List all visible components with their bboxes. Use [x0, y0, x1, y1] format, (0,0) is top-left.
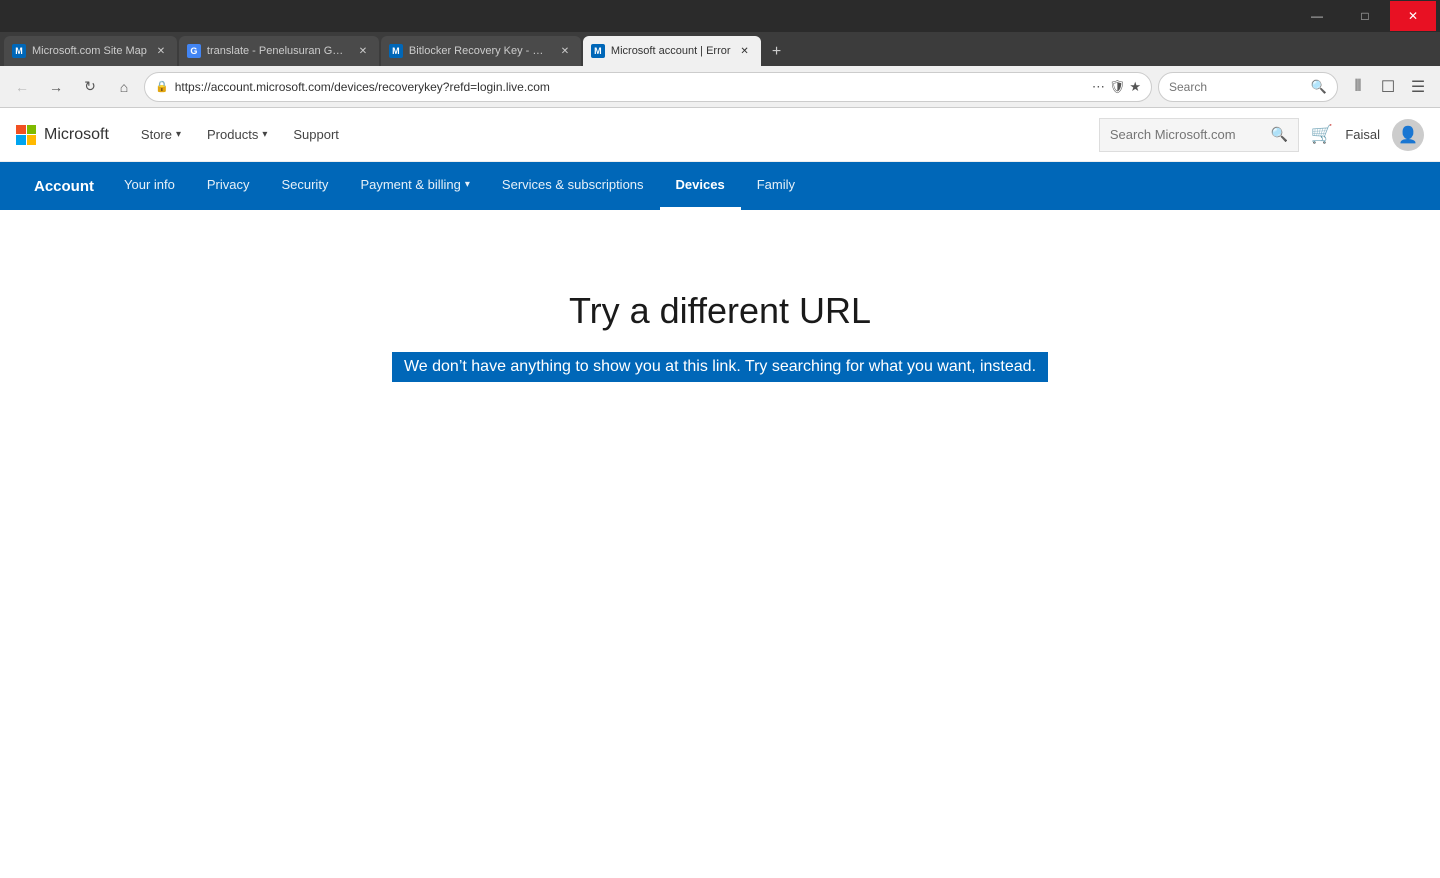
- logo-blue: [16, 135, 26, 145]
- search-icon: 🔍: [1311, 79, 1327, 95]
- title-bar-controls: — □ ✕: [1294, 1, 1436, 31]
- tab-favicon-4: M: [591, 44, 605, 58]
- ms-search-box[interactable]: 🔍: [1099, 118, 1299, 152]
- ms-search-input[interactable]: [1110, 127, 1263, 142]
- ms-logo-grid: [16, 125, 36, 145]
- tab-bitlocker[interactable]: M Bitlocker Recovery Key - Micro... ✕: [381, 36, 581, 66]
- ms-main-nav: Store ▾ Products ▾ Support: [129, 119, 351, 150]
- browser-search-input[interactable]: [1169, 80, 1305, 94]
- nav-services-subscriptions[interactable]: Services & subscriptions: [486, 162, 660, 210]
- ms-header-right: 🔍 🛒 Faisal 👤: [1099, 118, 1424, 152]
- navigation-bar: ← → ↻ ⌂ 🔒 https://account.microsoft.com/…: [0, 66, 1440, 108]
- nav-products[interactable]: Products ▾: [195, 119, 279, 150]
- close-button[interactable]: ✕: [1390, 1, 1436, 31]
- more-options-icon[interactable]: ⋯: [1092, 79, 1105, 95]
- nav-payment-billing[interactable]: Payment & billing ▾: [344, 162, 485, 210]
- bookmarks-icon[interactable]: ⦀: [1344, 73, 1372, 101]
- tab-ms-account-error[interactable]: M Microsoft account | Error ✕: [583, 36, 761, 66]
- tabs-icon[interactable]: ☐: [1374, 73, 1402, 101]
- avatar[interactable]: 👤: [1392, 119, 1424, 151]
- tab-label-1: Microsoft.com Site Map: [32, 45, 147, 57]
- avatar-initials: 👤: [1398, 125, 1418, 145]
- user-name[interactable]: Faisal: [1345, 127, 1380, 142]
- tab-close-4[interactable]: ✕: [737, 43, 753, 59]
- back-button[interactable]: ←: [8, 73, 36, 101]
- nav-support[interactable]: Support: [281, 119, 351, 150]
- minimize-button[interactable]: —: [1294, 1, 1340, 31]
- logo-yellow: [27, 135, 37, 145]
- tab-favicon-2: G: [187, 44, 201, 58]
- title-bar: — □ ✕: [0, 0, 1440, 32]
- products-chevron-icon: ▾: [262, 129, 267, 140]
- ms-logo-text: Microsoft: [44, 126, 109, 144]
- nav-right-icons: ⦀ ☐ ☰: [1344, 73, 1432, 101]
- tab-label-2: translate - Penelusuran Google: [207, 45, 349, 57]
- browser-search-box[interactable]: 🔍: [1158, 72, 1338, 102]
- forward-button[interactable]: →: [42, 73, 70, 101]
- address-text: https://account.microsoft.com/devices/re…: [175, 80, 1086, 94]
- logo-green: [27, 125, 37, 135]
- address-bar[interactable]: 🔒 https://account.microsoft.com/devices/…: [144, 72, 1152, 102]
- home-button[interactable]: ⌂: [110, 73, 138, 101]
- tab-microsoft-sitemap[interactable]: M Microsoft.com Site Map ✕: [4, 36, 177, 66]
- payment-chevron-icon: ▾: [465, 179, 470, 190]
- logo-red: [16, 125, 26, 135]
- tab-google-translate[interactable]: G translate - Penelusuran Google ✕: [179, 36, 379, 66]
- error-title: Try a different URL: [569, 290, 871, 332]
- account-nav: Account Your info Privacy Security Payme…: [0, 162, 1440, 210]
- shield-icon: 🛡: [1109, 79, 1126, 95]
- nav-store[interactable]: Store ▾: [129, 119, 193, 150]
- new-tab-button[interactable]: +: [763, 38, 791, 66]
- ms-header: Microsoft Store ▾ Products ▾ Support 🔍 🛒…: [0, 108, 1440, 162]
- ms-logo[interactable]: Microsoft: [16, 125, 109, 145]
- refresh-button[interactable]: ↻: [76, 73, 104, 101]
- cart-icon[interactable]: 🛒: [1311, 124, 1333, 145]
- tab-label-4: Microsoft account | Error: [611, 45, 731, 57]
- nav-devices[interactable]: Devices: [660, 162, 741, 210]
- tab-label-3: Bitlocker Recovery Key - Micro...: [409, 45, 551, 57]
- tab-close-3[interactable]: ✕: [557, 43, 573, 59]
- lock-icon: 🔒: [155, 80, 169, 93]
- maximize-button[interactable]: □: [1342, 1, 1388, 31]
- tab-favicon-3: M: [389, 44, 403, 58]
- star-icon[interactable]: ★: [1129, 79, 1141, 95]
- tab-close-1[interactable]: ✕: [153, 43, 169, 59]
- ms-search-icon: 🔍: [1270, 126, 1287, 143]
- menu-icon[interactable]: ☰: [1404, 73, 1432, 101]
- main-content: Try a different URL We don’t have anythi…: [0, 210, 1440, 610]
- account-nav-label: Account: [20, 178, 108, 195]
- nav-security[interactable]: Security: [265, 162, 344, 210]
- address-bar-icons: ⋯ 🛡 ★: [1092, 79, 1141, 95]
- tab-favicon-1: M: [12, 44, 26, 58]
- nav-family[interactable]: Family: [741, 162, 811, 210]
- nav-privacy[interactable]: Privacy: [191, 162, 266, 210]
- tab-bar: M Microsoft.com Site Map ✕ G translate -…: [0, 32, 1440, 66]
- store-chevron-icon: ▾: [176, 129, 181, 140]
- browser-chrome: — □ ✕ M Microsoft.com Site Map ✕ G trans…: [0, 0, 1440, 108]
- nav-your-info[interactable]: Your info: [108, 162, 191, 210]
- tab-close-2[interactable]: ✕: [355, 43, 371, 59]
- error-subtitle: We don’t have anything to show you at th…: [392, 352, 1048, 382]
